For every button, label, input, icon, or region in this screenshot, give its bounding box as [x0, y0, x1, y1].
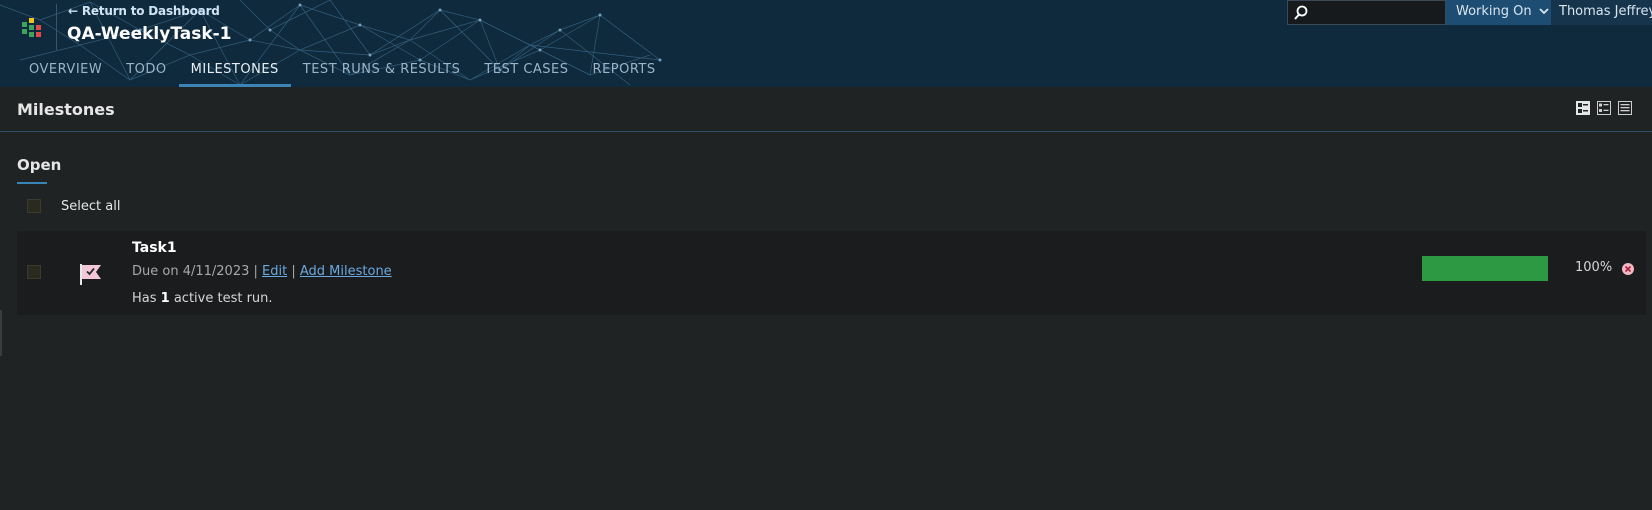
page-title: Milestones [17, 100, 115, 119]
search-icon[interactable] [1292, 4, 1310, 22]
tab-milestones[interactable]: MILESTONES [178, 58, 291, 87]
working-on-label: Working On [1456, 4, 1532, 19]
header-divider [56, 4, 57, 50]
select-all-checkbox[interactable] [27, 199, 41, 213]
select-all-label[interactable]: Select all [61, 199, 120, 214]
milestone-name[interactable]: Task1 [132, 240, 177, 256]
milestone-description: Has 1 active test run. [132, 291, 273, 306]
return-to-dashboard-link[interactable]: ← Return to Dashboard [68, 4, 220, 18]
tab-overview[interactable]: OVERVIEW [17, 58, 114, 87]
close-icon[interactable] [1621, 262, 1635, 276]
progress-percent: 100% [1575, 260, 1613, 275]
app-logo-icon[interactable] [22, 18, 46, 38]
compact-view-icon[interactable] [1576, 101, 1590, 115]
tab-reports[interactable]: REPORTS [581, 58, 668, 87]
chevron-down-icon [1539, 8, 1549, 15]
desc-prefix: Has [132, 291, 157, 306]
search-input[interactable] [1312, 3, 1440, 23]
tab-todo[interactable]: TODO [114, 58, 178, 87]
project-title: QA-WeeklyTask-1 [67, 24, 232, 44]
tab-test-runs-results[interactable]: TEST RUNS & RESULTS [291, 58, 473, 87]
progress-bar [1422, 256, 1548, 281]
active-run-count: 1 [160, 291, 170, 306]
milestone-meta: Due on 4/11/2023 | Edit | Add Milestone [132, 264, 392, 279]
progress-bar-fill [1422, 256, 1548, 281]
left-gutter-handle [0, 310, 2, 356]
edit-milestone-link[interactable]: Edit [262, 264, 287, 279]
section-title-open: Open [17, 156, 61, 184]
milestone-flag-icon [80, 264, 101, 285]
milestone-due-date: Due on 4/11/2023 | [132, 264, 258, 279]
detailed-view-icon[interactable] [1597, 101, 1611, 115]
page-header: Milestones [0, 87, 1652, 132]
top-header: ← Return to Dashboard QA-WeeklyTask-1 OV… [0, 0, 1652, 87]
tab-test-cases[interactable]: TEST CASES [472, 58, 580, 87]
milestone-row: Task1 Due on 4/11/2023 | Edit | Add Mile… [17, 231, 1646, 315]
meta-separator: | [291, 264, 296, 279]
project-tabs: OVERVIEW TODO MILESTONES TEST RUNS & RES… [17, 58, 668, 87]
add-milestone-link[interactable]: Add Milestone [300, 264, 392, 279]
milestone-checkbox[interactable] [27, 265, 41, 279]
working-on-dropdown[interactable]: Working On [1446, 0, 1551, 25]
list-view-icon[interactable] [1618, 101, 1632, 115]
user-menu[interactable]: Thomas Jeffrey [1551, 0, 1652, 25]
search-box [1287, 0, 1446, 25]
desc-suffix: active test run. [173, 291, 273, 306]
